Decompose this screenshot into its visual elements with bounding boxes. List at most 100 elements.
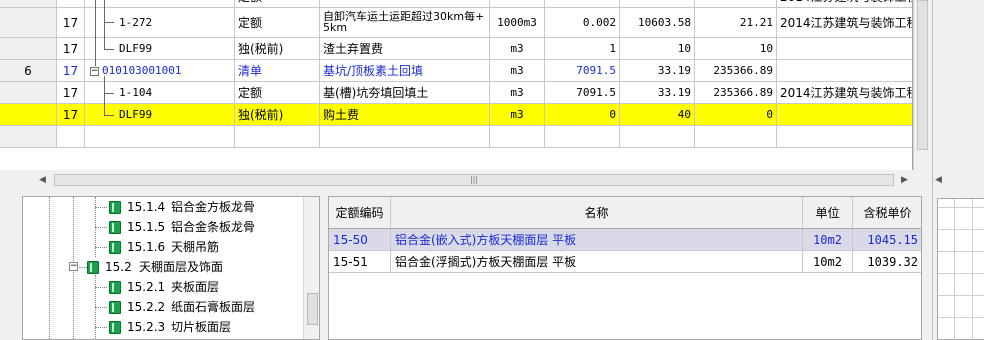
amount-cell: 0 <box>695 104 777 126</box>
table-row[interactable]: 17 DLF99 独(税前) 渣土弃置费 m3 1 10 10 <box>0 38 912 60</box>
table-row[interactable]: 15-51 铝合金(浮搁式)方板天棚面层 平板 10m2 1039.32 <box>329 251 921 273</box>
tree-item[interactable]: 15.2.2 纸面石膏板面层 <box>95 297 305 317</box>
price-cell: 1045.15 <box>853 229 921 251</box>
qty-cell: 7091.5 <box>545 60 620 82</box>
header-name[interactable]: 名称 <box>391 197 803 229</box>
tree-line <box>104 76 105 116</box>
horizontal-scrollbar[interactable]: ◀ ||| ▶ <box>34 172 913 189</box>
unit-cell: 1000m3 <box>490 8 545 38</box>
scrollbar-thumb[interactable] <box>917 0 928 150</box>
book-icon <box>109 221 121 234</box>
quota-chapter-tree: 15.1.4 铝合金方板龙骨 15.1.5 铝合金条板龙骨 15.1.6 天棚吊… <box>22 196 320 340</box>
quota-list-table: 定额编码 名称 单位 含税单价 15-50 铝合金(嵌入式)方板天棚面层 平板 … <box>328 196 922 340</box>
tree-item-label: 夹板面层 <box>171 280 220 294</box>
side-grid <box>937 198 984 340</box>
name-cell: 铝合金(浮搁式)方板天棚面层 平板 <box>391 251 803 273</box>
code-cell: 15-50 <box>329 229 391 251</box>
price-cell: 40 <box>620 104 695 126</box>
tree-item[interactable]: 15.1.5 铝合金条板龙骨 <box>95 217 305 237</box>
tree-item-number: 15.2.2 <box>127 300 166 314</box>
tree-item[interactable]: 15.2.3 切片板面层 <box>95 317 305 337</box>
table-row-empty[interactable] <box>0 126 912 148</box>
table-row[interactable]: 17 1-104 定额 基(槽)坑夯填回填土 m3 7091.5 33.19 2… <box>0 82 912 104</box>
book-icon <box>109 241 121 254</box>
spec-cell: 2014江苏建筑与装饰工程 <box>777 0 912 8</box>
tree-item[interactable]: 15.2.1 夹板面层 <box>95 277 305 297</box>
spec-cell <box>777 104 912 126</box>
unit-cell: m3 <box>490 38 545 60</box>
minus-expander-icon[interactable]: − <box>69 262 78 271</box>
type-cell: 定额 <box>235 82 320 104</box>
level-cell: 17 <box>57 82 85 104</box>
table-row[interactable]: 定额 2014江苏建筑与装饰工程 <box>0 0 912 8</box>
tree-line <box>104 93 114 94</box>
scroll-left-arrow-icon[interactable]: ◀ <box>935 172 942 189</box>
header-unit[interactable]: 单位 <box>803 197 853 229</box>
name-cell: 购土费 <box>320 104 490 126</box>
unit-cell: m3 <box>490 60 545 82</box>
name-cell: 自卸汽车运土运距超过30km每+ 5km <box>320 8 490 38</box>
header-price[interactable]: 含税单价 <box>853 197 921 229</box>
qty-cell: 1 <box>545 38 620 60</box>
minus-expander-icon[interactable]: − <box>90 67 99 76</box>
table-row[interactable]: 17 1-272 定额 自卸汽车运土运距超过30km每+ 5km 1000m3 … <box>0 8 912 38</box>
tree-item-number: 15.2.1 <box>127 280 166 294</box>
spec-cell <box>777 60 912 82</box>
level-cell: 17 <box>57 38 85 60</box>
tree-item-number: 15.2.3 <box>127 320 166 334</box>
header-code[interactable]: 定额编码 <box>329 197 391 229</box>
type-cell: 独(税前) <box>235 38 320 60</box>
price-cell: 10603.58 <box>620 8 695 38</box>
row-number <box>0 8 57 38</box>
type-cell: 定额 <box>235 8 320 38</box>
level-cell: 17 <box>57 60 85 82</box>
name-line-1: 自卸汽车运土运距超过30km每+ <box>323 10 485 23</box>
unit-cell: m3 <box>490 82 545 104</box>
row-number <box>0 82 57 104</box>
qty-cell: 7091.5 <box>545 82 620 104</box>
row-number <box>0 104 57 126</box>
table-row-selected[interactable]: 15-50 铝合金(嵌入式)方板天棚面层 平板 10m2 1045.15 <box>329 229 921 251</box>
row-number <box>0 38 57 60</box>
level-cell: 17 <box>57 104 85 126</box>
amount-cell: 10 <box>695 38 777 60</box>
amount-cell: 235366.89 <box>695 60 777 82</box>
table-row[interactable]: 6 17 010103001001 清单 基坑/顶板素土回填 m3 7091.5… <box>0 60 912 82</box>
name-cell: 基(槽)坑夯填回填土 <box>320 82 490 104</box>
book-icon <box>109 301 121 314</box>
tree-item-number: 15.1.4 <box>127 200 166 214</box>
code-cell: 15-51 <box>329 251 391 273</box>
tree-item[interactable]: 15.1.6 天棚吊筋 <box>95 237 305 257</box>
price-cell: 33.19 <box>620 60 695 82</box>
scroll-left-arrow-icon[interactable]: ◀ <box>34 172 51 189</box>
scroll-right-arrow-icon[interactable]: ▶ <box>896 172 913 189</box>
unit-cell: 10m2 <box>803 251 853 273</box>
name-cell: 基坑/顶板素土回填 <box>320 60 490 82</box>
tree-line <box>104 22 114 23</box>
qty-cell: 0.002 <box>545 8 620 38</box>
right-side-panel: ◀ <box>932 0 984 340</box>
book-icon <box>109 201 121 214</box>
book-icon <box>109 321 121 334</box>
scrollbar-thumb[interactable]: ||| <box>54 174 894 186</box>
table-row-selected[interactable]: 17 DLF99 独(税前) 购土费 m3 0 40 0 <box>0 104 912 126</box>
scrollbar-thumb[interactable] <box>307 293 318 325</box>
book-icon <box>87 261 99 274</box>
tree-line <box>95 0 96 66</box>
vertical-scrollbar[interactable] <box>303 197 319 339</box>
bill-grid: 定额 2014江苏建筑与装饰工程 17 1-272 定额 自卸汽车运土运距超过3… <box>0 0 913 170</box>
amount-cell: 235366.89 <box>695 82 777 104</box>
tree-item-label: 铝合金方板龙骨 <box>171 200 256 214</box>
tree-item-number: 15.1.5 <box>127 220 166 234</box>
price-cell: 1039.32 <box>853 251 921 273</box>
amount-cell: 21.21 <box>695 8 777 38</box>
table-header: 定额编码 名称 单位 含税单价 <box>329 197 921 229</box>
type-cell: 独(税前) <box>235 104 320 126</box>
unit-cell: 10m2 <box>803 229 853 251</box>
spec-cell: 2014江苏建筑与装饰工程 <box>777 8 912 38</box>
vertical-scrollbar[interactable] <box>913 0 930 170</box>
tree-item[interactable]: 15.1.4 铝合金方板龙骨 <box>95 197 305 217</box>
horizontal-scrollbar[interactable]: ◀ <box>933 172 984 189</box>
unit-cell: m3 <box>490 104 545 126</box>
tree-item-expanded[interactable]: − 15.2 天棚面层及饰面 <box>67 257 303 277</box>
